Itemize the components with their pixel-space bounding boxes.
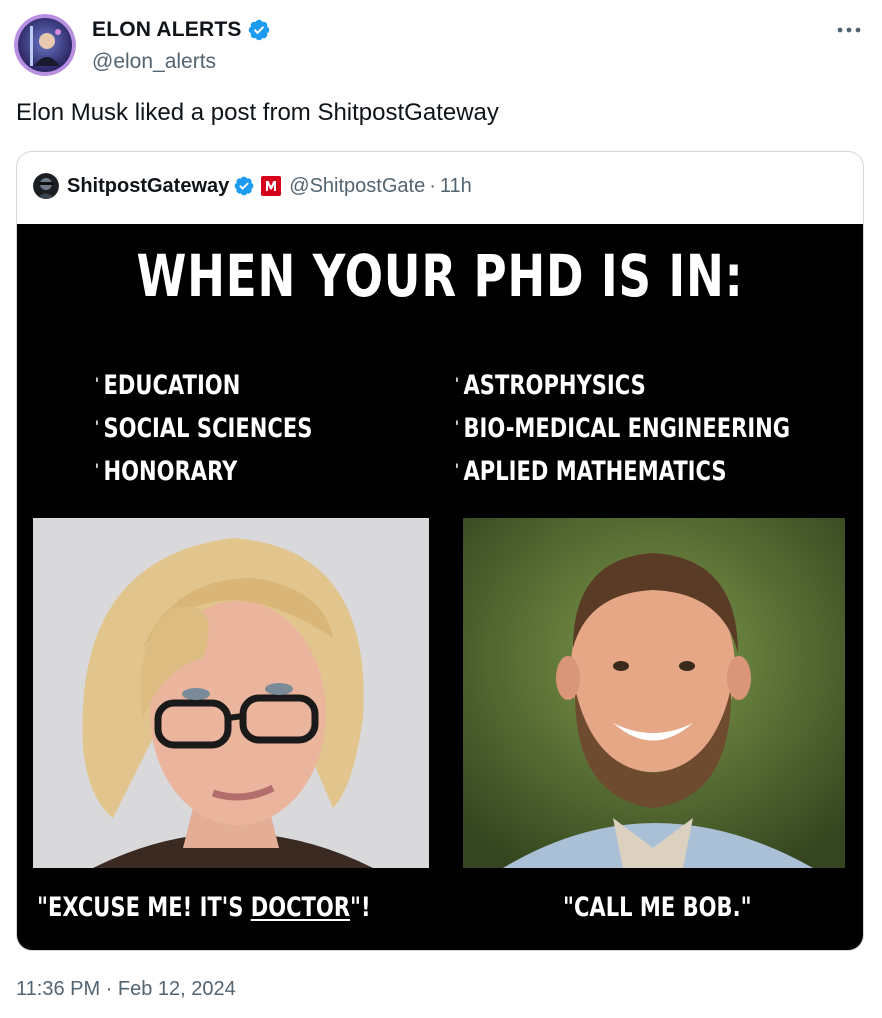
verified-badge-icon: [248, 19, 269, 41]
list-item: ' ASTROPHYSICS: [455, 370, 646, 401]
right-portrait-photo: [463, 518, 845, 868]
quoted-avatar-icon: [33, 173, 59, 199]
list-item: ' SOCIAL SCIENCES: [95, 413, 313, 444]
right-degree-list: ' ASTROPHYSICS ' BIO-MEDICAL ENGINEERING '…: [455, 364, 863, 493]
author-name-row[interactable]: ELON ALERTS: [92, 18, 271, 42]
affiliate-m-icon: [266, 181, 277, 191]
separator-dot: ·: [429, 174, 436, 197]
quoted-post-header: ShitpostGateway @ShitpostGate · 11h: [33, 172, 472, 200]
post-text: Elon Musk liked a post from ShitpostGate…: [16, 99, 499, 126]
author-display-name[interactable]: ELON ALERTS: [92, 18, 242, 42]
more-options-button[interactable]: [834, 18, 864, 42]
left-portrait-photo: [33, 518, 429, 868]
left-degree-list: ' EDUCATION ' SOCIAL SCIENCES ' HONORARY: [95, 364, 374, 493]
man-portrait-illustration: [463, 518, 845, 868]
quoted-display-name[interactable]: ShitpostGateway: [67, 175, 229, 198]
list-item: ' BIO-MEDICAL ENGINEERING: [455, 413, 791, 444]
meme-image[interactable]: WHEN YOUR PHD IS IN: ' EDUCATION ' SOCIAL …: [17, 224, 863, 950]
quoted-author-avatar[interactable]: [33, 173, 59, 199]
quoted-handle[interactable]: @ShitpostGate: [289, 175, 425, 198]
meme-title: WHEN YOUR PHD IS IN:: [136, 242, 744, 310]
quoted-time[interactable]: 11h: [440, 175, 472, 198]
list-item: ' APLIED MATHEMATICS: [455, 456, 727, 487]
left-caption: "EXCUSE ME! IT'S DOCTOR"!: [37, 892, 371, 923]
right-caption: "CALL ME BOB.": [563, 892, 752, 923]
author-avatar[interactable]: [14, 14, 76, 76]
quoted-verified-badge-icon: [234, 176, 254, 196]
affiliate-badge-icon[interactable]: [261, 176, 282, 196]
woman-portrait-illustration: [33, 518, 429, 868]
list-item: ' HONORARY: [95, 456, 238, 487]
tweet: ELON ALERTS @elon_alerts Elon Musk liked…: [0, 0, 882, 1018]
more-dots-icon: [837, 27, 861, 33]
list-item: ' EDUCATION: [95, 370, 241, 401]
avatar-icon: [14, 14, 76, 76]
post-timestamp[interactable]: 11:36 PM · Feb 12, 2024: [16, 978, 236, 1001]
quoted-post-card[interactable]: ShitpostGateway @ShitpostGate · 11h WHEN…: [16, 151, 864, 951]
author-handle[interactable]: @elon_alerts: [92, 50, 216, 74]
